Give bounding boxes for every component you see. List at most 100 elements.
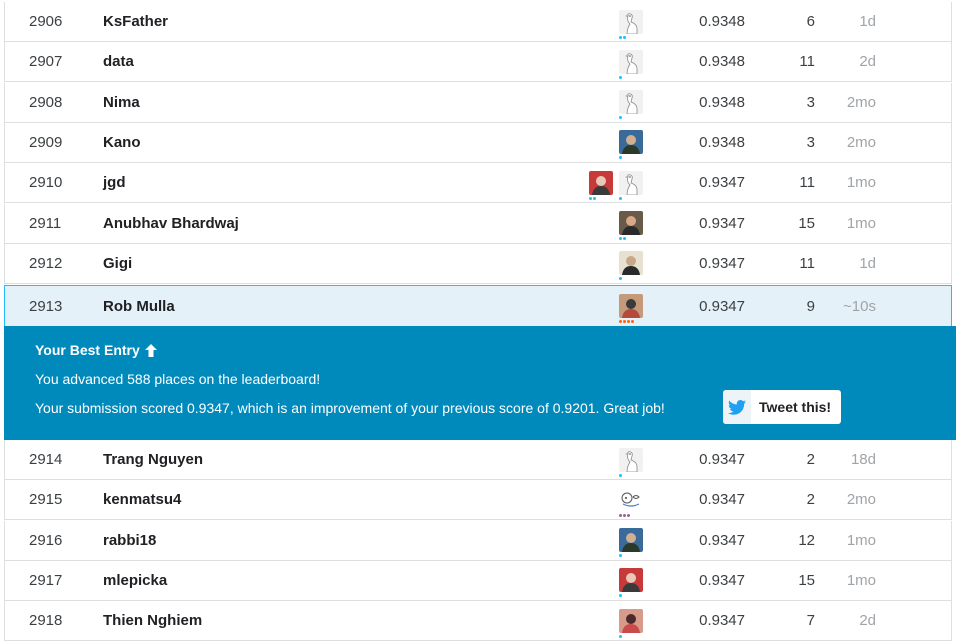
goose-default-avatar-icon bbox=[619, 9, 643, 34]
team-member-avatar[interactable] bbox=[619, 169, 643, 200]
user-photo-avatar-icon bbox=[619, 294, 643, 318]
score: 0.9347 bbox=[699, 297, 745, 315]
leaderboard-row[interactable]: 2910 jgd 0.9347 11 1mo bbox=[4, 163, 952, 204]
team-name[interactable]: jgd bbox=[103, 163, 573, 202]
tweet-button-label: Tweet this! bbox=[759, 399, 832, 415]
last-submission: 1mo bbox=[846, 531, 876, 549]
rank: 2914 bbox=[29, 451, 63, 468]
entries-count: 3 bbox=[806, 133, 815, 151]
last-submission: 2mo bbox=[846, 93, 876, 111]
team-members bbox=[565, 601, 643, 640]
last-submission: 2mo bbox=[846, 133, 876, 151]
team-member-avatar[interactable] bbox=[619, 526, 643, 558]
tier-dots bbox=[589, 196, 596, 201]
banner-title: Your Best Entry bbox=[35, 342, 157, 358]
team-member-avatar[interactable] bbox=[589, 169, 613, 200]
leaderboard: 2906 KsFather 0.9348 6 1d 2907 data 0.9348 11 2d 2… bbox=[0, 0, 960, 644]
tier-dots bbox=[619, 116, 622, 120]
team-members bbox=[565, 480, 643, 519]
rank: 2913 bbox=[29, 297, 63, 315]
user-photo-avatar-icon bbox=[619, 251, 643, 276]
team-name[interactable]: data bbox=[103, 42, 573, 81]
leaderboard-row[interactable]: 2908 Nima 0.9348 3 2mo bbox=[4, 82, 952, 123]
user-photo-avatar-icon bbox=[619, 608, 643, 633]
last-submission: 2d bbox=[859, 612, 876, 630]
score: 0.9348 bbox=[699, 13, 745, 30]
goose-default-avatar-icon bbox=[619, 447, 643, 472]
last-submission: 1mo bbox=[846, 174, 876, 192]
team-member-avatar[interactable] bbox=[619, 249, 643, 281]
team-members bbox=[565, 2, 643, 41]
entries-count: 11 bbox=[799, 53, 815, 71]
cartoon-avatar-icon bbox=[619, 487, 643, 512]
leaderboard-row[interactable]: 2916 rabbi18 0.9347 12 1mo bbox=[4, 520, 952, 561]
user-photo-avatar-icon bbox=[619, 568, 643, 593]
leaderboard-row[interactable]: 2918 Thien Nghiem 0.9347 7 2d bbox=[4, 601, 952, 642]
team-member-avatar[interactable] bbox=[619, 88, 643, 120]
user-photo-avatar-icon bbox=[589, 170, 613, 195]
team-members bbox=[565, 286, 643, 326]
tier-dots bbox=[619, 634, 622, 639]
team-name[interactable]: rabbi18 bbox=[103, 521, 573, 560]
entries-count: 6 bbox=[806, 13, 815, 30]
tier-dots bbox=[619, 554, 622, 558]
leaderboard-row[interactable]: 2907 data 0.9348 11 2d bbox=[4, 42, 952, 83]
team-members bbox=[565, 521, 643, 560]
team-name[interactable]: Rob Mulla bbox=[103, 286, 573, 326]
team-name[interactable]: Anubhav Bhardwaj bbox=[103, 204, 573, 243]
team-name[interactable]: Thien Nghiem bbox=[103, 601, 573, 640]
score: 0.9347 bbox=[699, 451, 745, 468]
goose-default-avatar-icon bbox=[619, 90, 643, 115]
last-submission: 1d bbox=[859, 254, 876, 272]
leaderboard-row[interactable]: 2906 KsFather 0.9348 6 1d bbox=[4, 2, 952, 42]
team-member-avatar[interactable] bbox=[619, 292, 643, 323]
team-name[interactable]: mlepicka bbox=[103, 561, 573, 600]
rank: 2911 bbox=[29, 214, 62, 232]
tier-dots bbox=[619, 320, 634, 324]
leaderboard-row[interactable]: 2917 mlepicka 0.9347 15 1mo bbox=[4, 560, 952, 601]
best-entry-banner: Your Best Entry You advanced 588 places … bbox=[4, 326, 956, 440]
tier-dots bbox=[619, 237, 626, 241]
score: 0.9348 bbox=[699, 53, 745, 71]
leaderboard-row-current-user[interactable]: 2913 Rob Mulla 0.9347 9 ~10s bbox=[4, 285, 952, 327]
last-submission: 1d bbox=[859, 13, 876, 30]
rank: 2906 bbox=[29, 13, 63, 30]
entries-count: 11 bbox=[799, 254, 815, 272]
tweet-button[interactable]: Tweet this! bbox=[723, 390, 841, 424]
team-member-avatar[interactable] bbox=[619, 8, 643, 39]
team-members bbox=[565, 42, 643, 81]
score: 0.9347 bbox=[699, 491, 745, 509]
tier-dots bbox=[619, 277, 622, 281]
leaderboard-row[interactable]: 2911 Anubhav Bhardwaj 0.9347 15 1mo bbox=[4, 203, 952, 244]
team-member-avatar[interactable] bbox=[619, 128, 643, 160]
last-submission: 18d bbox=[850, 451, 876, 468]
team-member-avatar[interactable] bbox=[619, 446, 643, 477]
rank: 2918 bbox=[29, 612, 63, 630]
entries-count: 15 bbox=[798, 214, 815, 232]
team-members bbox=[565, 83, 643, 122]
score: 0.9347 bbox=[699, 571, 745, 589]
rank: 2916 bbox=[29, 531, 63, 549]
team-member-avatar[interactable] bbox=[619, 486, 643, 517]
team-name[interactable]: Kano bbox=[103, 123, 573, 162]
leaderboard-row[interactable]: 2912 Gigi 0.9347 11 1d bbox=[4, 243, 952, 284]
team-name[interactable]: KsFather bbox=[103, 2, 573, 41]
team-member-avatar[interactable] bbox=[619, 566, 643, 598]
tier-dots bbox=[619, 473, 622, 478]
tier-dots bbox=[619, 513, 630, 518]
team-member-avatar[interactable] bbox=[619, 209, 643, 240]
leaderboard-row[interactable]: 2915 kenmatsu4 0.9347 2 2mo bbox=[4, 480, 952, 521]
team-member-avatar[interactable] bbox=[619, 48, 643, 79]
team-member-avatar[interactable] bbox=[619, 607, 643, 638]
last-submission: ~10s bbox=[843, 297, 876, 315]
team-name[interactable]: Gigi bbox=[103, 244, 573, 283]
goose-default-avatar-icon bbox=[619, 170, 643, 195]
rank: 2907 bbox=[29, 53, 63, 71]
entries-count: 3 bbox=[806, 93, 815, 111]
team-name[interactable]: Nima bbox=[103, 83, 573, 122]
team-name[interactable]: Trang Nguyen bbox=[103, 440, 573, 479]
leaderboard-row[interactable]: 2909 Kano 0.9348 3 2mo bbox=[4, 122, 952, 163]
leaderboard-row[interactable]: 2914 Trang Nguyen 0.9347 2 18d bbox=[4, 440, 952, 480]
team-members bbox=[565, 204, 643, 243]
team-name[interactable]: kenmatsu4 bbox=[103, 480, 573, 519]
